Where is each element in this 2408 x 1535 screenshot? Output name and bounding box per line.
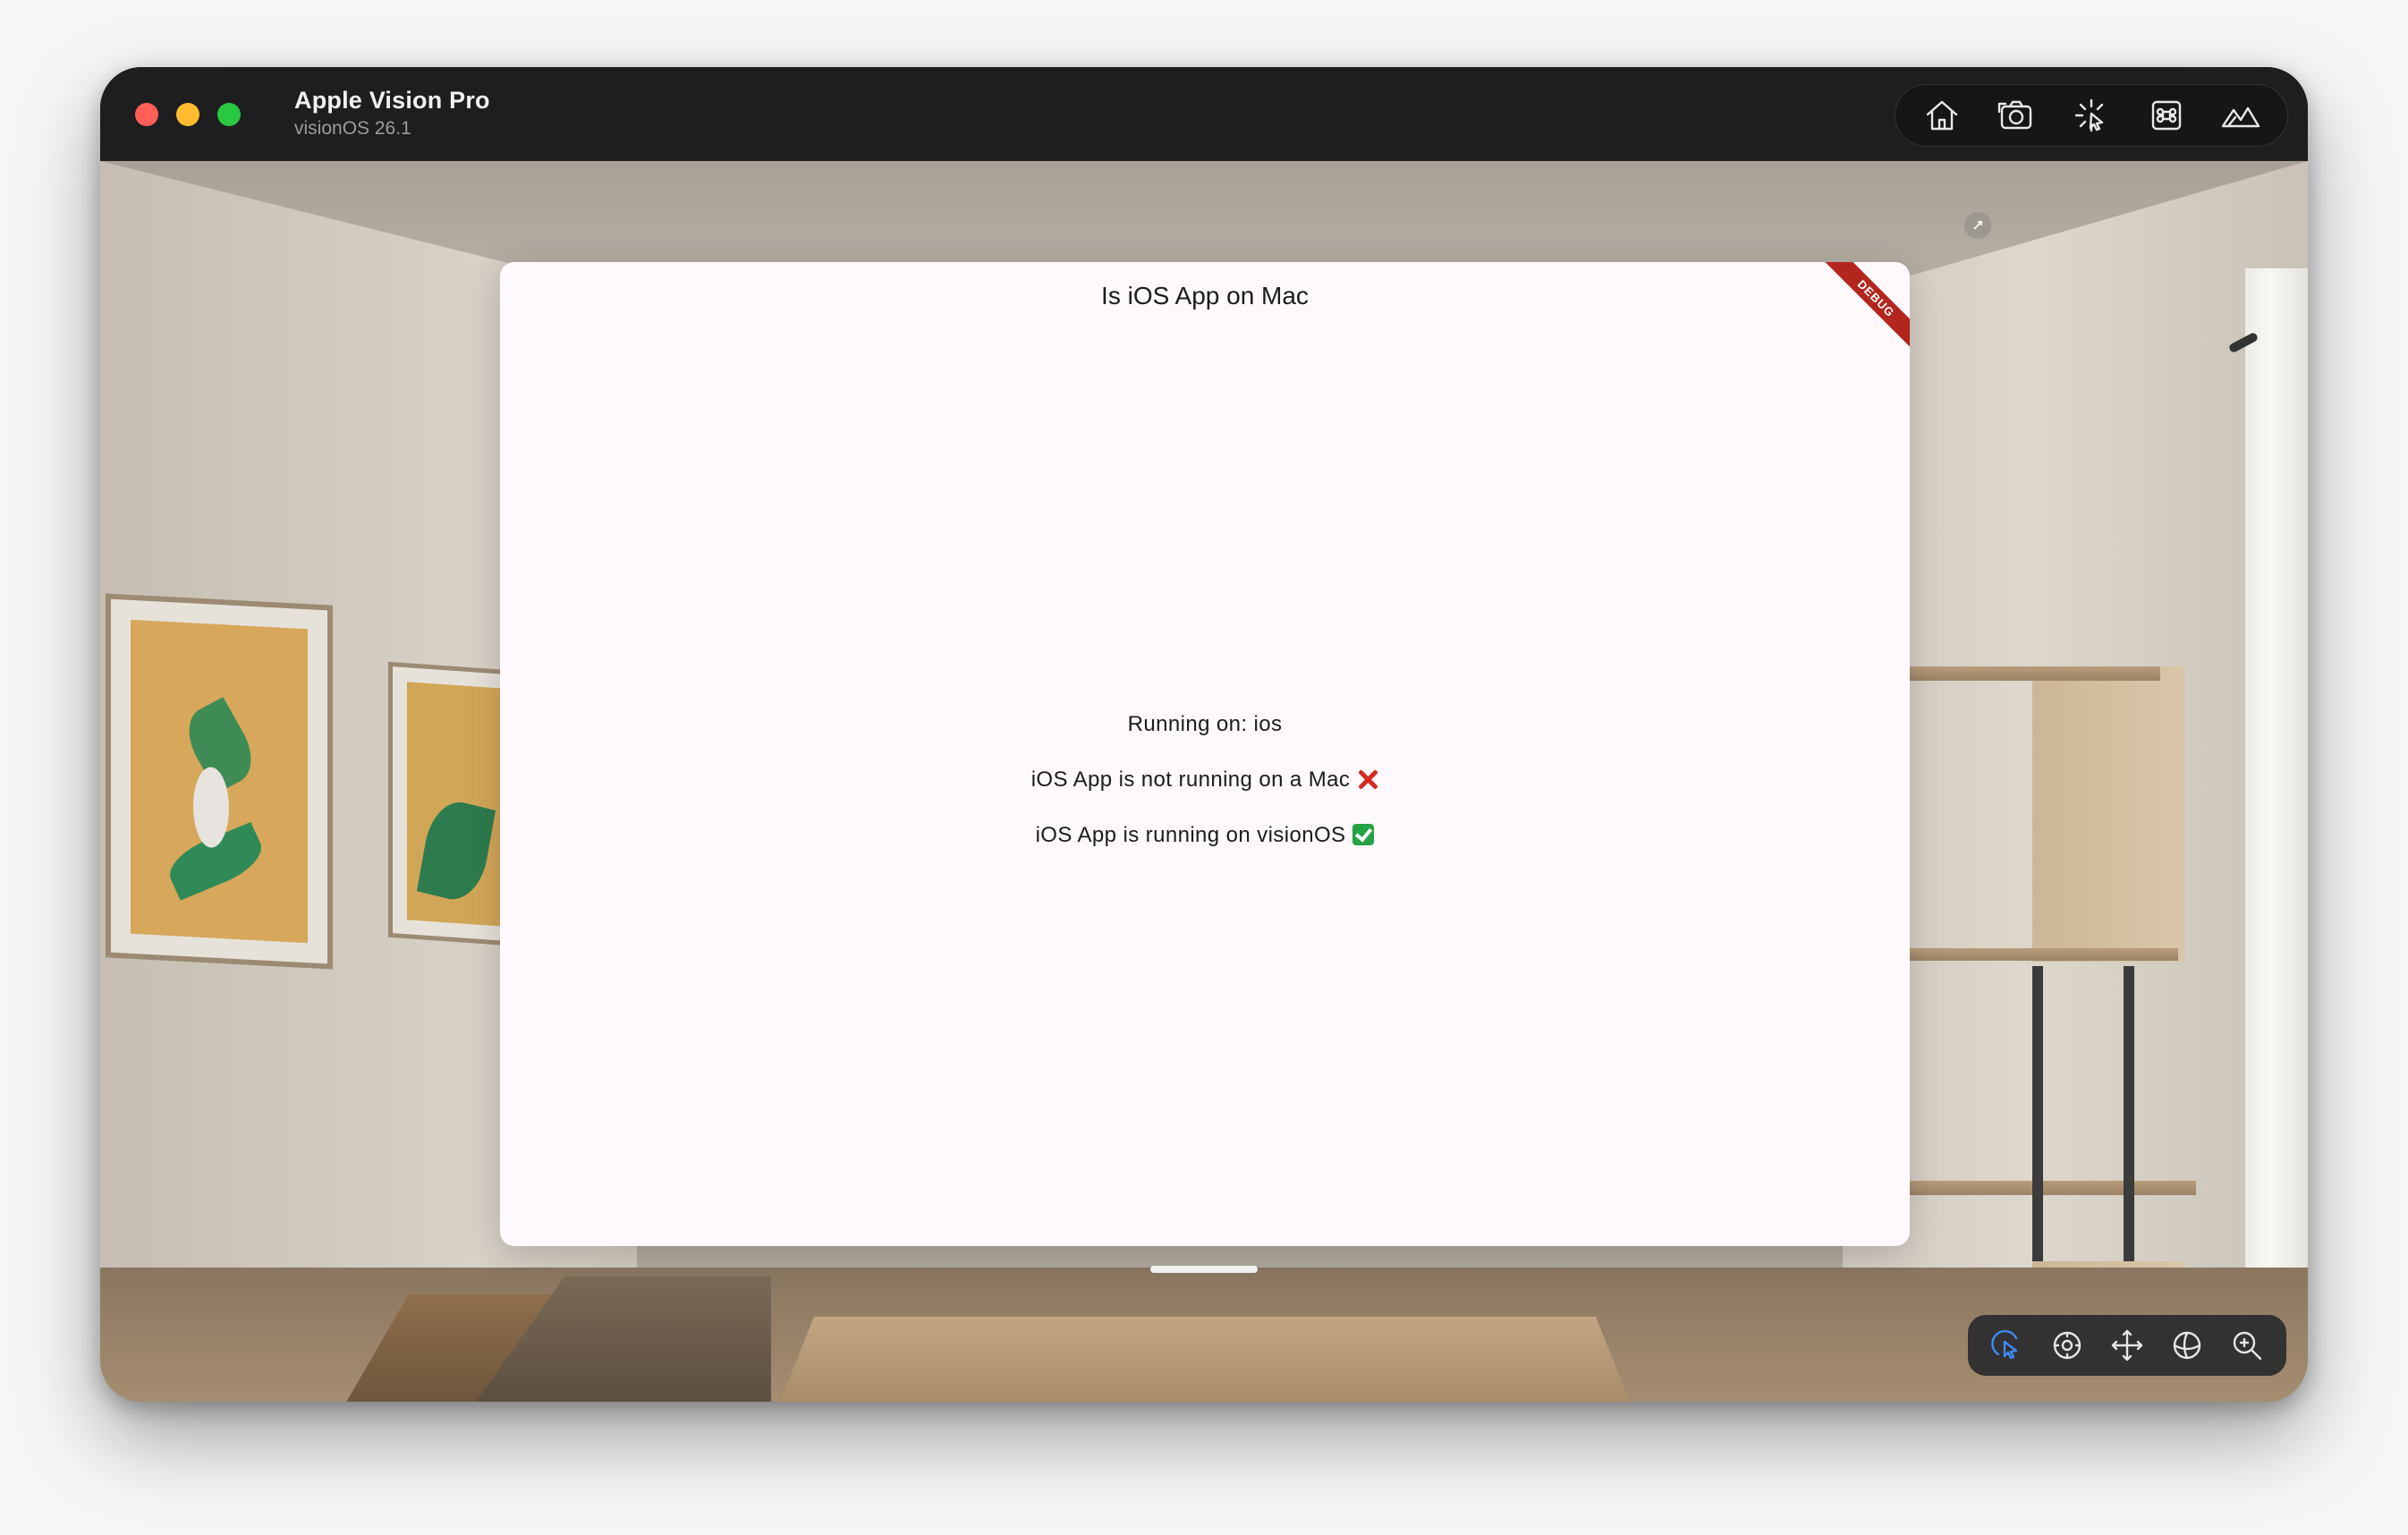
minimize-button[interactable] — [176, 103, 199, 126]
title-bar[interactable]: Apple Vision Pro visionOS 26.1 — [100, 67, 2308, 161]
select-pointer-icon — [1990, 1329, 2017, 1360]
shelf-board-middle — [1910, 948, 2178, 961]
environment-mountains-icon — [2221, 106, 2260, 128]
app-window[interactable]: Is iOS App on Mac DEBUG Running on: ios … — [500, 262, 1910, 1246]
pan-move-icon — [2111, 1329, 2143, 1361]
environment-button[interactable] — [2214, 90, 2268, 140]
pan-tool-button[interactable] — [2102, 1320, 2152, 1370]
shelf-board-top — [1910, 666, 2160, 681]
coffee-table — [780, 1317, 1630, 1402]
shelf-unit — [2032, 666, 2184, 962]
look-around-icon — [2053, 1331, 2081, 1360]
orbit-icon — [2173, 1331, 2201, 1360]
window-resize-handle[interactable] — [1964, 212, 1991, 239]
debug-banner: DEBUG — [1805, 262, 1910, 369]
cross-mark-icon — [1357, 768, 1378, 790]
interaction-pointer-icon — [2074, 98, 2104, 132]
window-subtitle: visionOS 26.1 — [294, 118, 411, 139]
window-title: Apple Vision Pro — [294, 87, 490, 114]
keyboard-capture-button[interactable] — [2140, 90, 2193, 140]
check-mark-icon — [1352, 823, 1375, 845]
simulator-toolbar — [1895, 84, 2288, 147]
curtain — [2245, 268, 2308, 1387]
pointer-capture-button[interactable] — [2065, 90, 2118, 140]
visionos-status-text: iOS App is running on visionOS — [500, 808, 1910, 863]
screenshot-button[interactable] — [1989, 90, 2043, 140]
shelf-board-low — [1910, 1181, 2196, 1195]
command-key-icon — [2151, 100, 2181, 131]
running-on-text: Running on: ios — [500, 697, 1910, 752]
home-icon — [1926, 100, 1957, 131]
close-button[interactable] — [135, 103, 158, 126]
window-grabber-bar[interactable] — [1150, 1266, 1258, 1273]
mac-status-label: iOS App is not running on a Mac — [1030, 768, 1351, 792]
platform-status: Running on: ios iOS App is not running o… — [500, 697, 1910, 863]
mac-status-text: iOS App is not running on a Mac — [500, 752, 1910, 808]
wall-art-left — [106, 593, 333, 970]
fullscreen-button[interactable] — [217, 103, 241, 126]
simulator-window: Apple Vision Pro visionOS 26.1 Is iOS Ap… — [100, 67, 2308, 1402]
navigation-tools — [1968, 1315, 2286, 1376]
zoom-tool-button[interactable] — [2222, 1320, 2272, 1370]
window-titles: Apple Vision Pro visionOS 26.1 — [294, 87, 490, 140]
screenshot-camera-icon — [1998, 100, 2032, 130]
look-tool-button[interactable] — [2042, 1320, 2092, 1370]
app-bar-title: Is iOS App on Mac — [1101, 282, 1309, 310]
running-on-label: Running on: ios — [1127, 712, 1283, 736]
zoom-icon — [2234, 1331, 2262, 1361]
resize-icon — [1973, 221, 1982, 230]
home-button[interactable] — [1915, 90, 1969, 140]
select-tool-button[interactable] — [1982, 1320, 2032, 1370]
orbit-tool-button[interactable] — [2162, 1320, 2212, 1370]
visionos-status-label: iOS App is running on visionOS — [1035, 823, 1346, 847]
